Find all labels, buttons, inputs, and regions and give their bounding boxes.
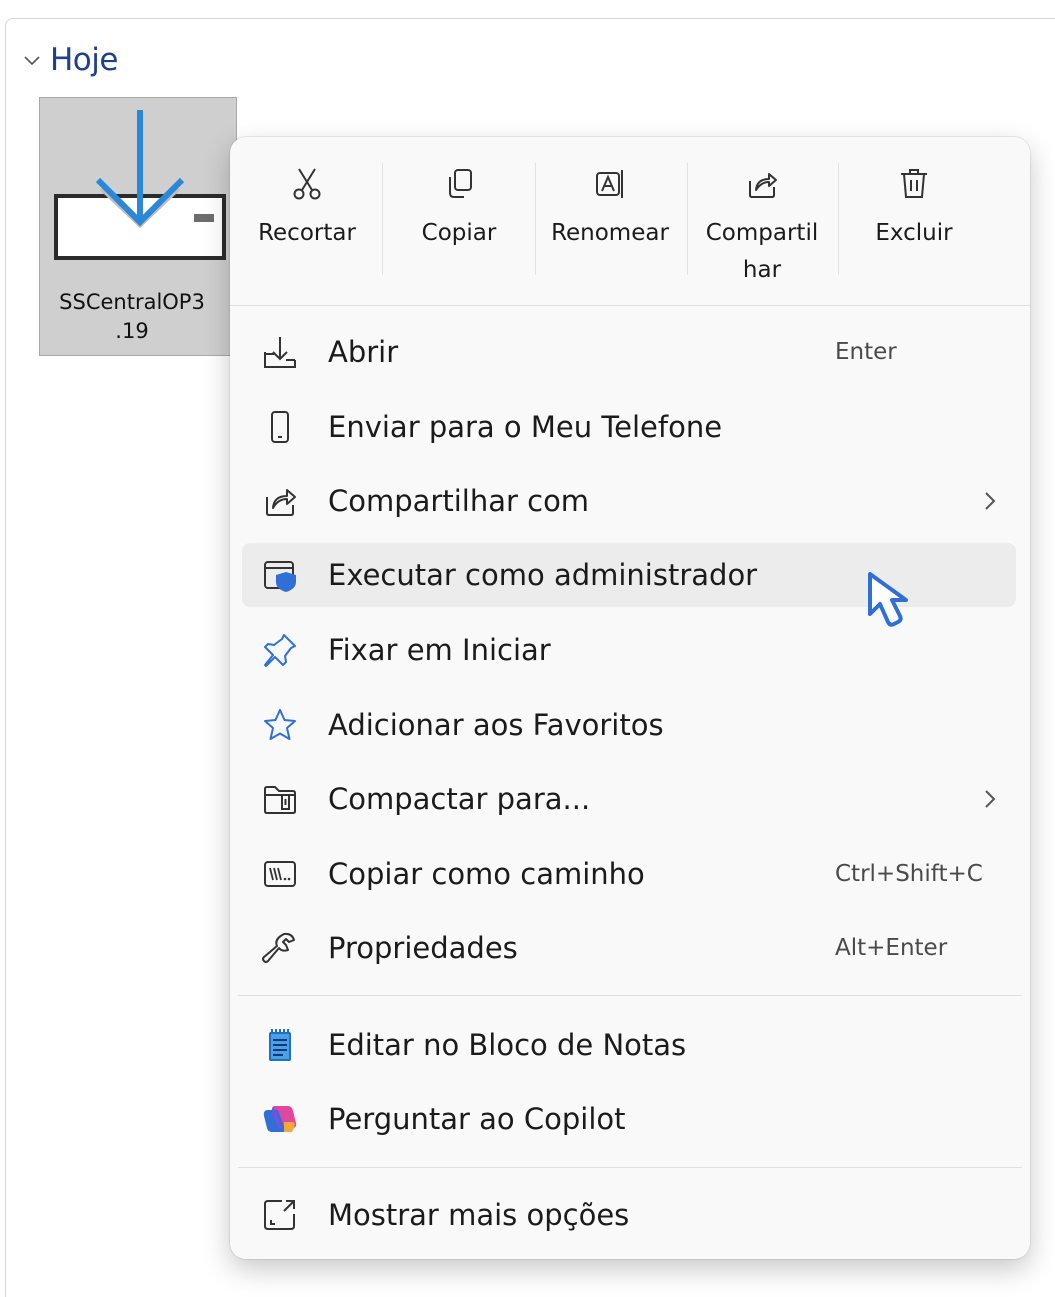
star-icon [264,709,296,740]
menu-item-share-with[interactable]: Compartilhar com [242,469,1016,533]
notepad-icon [269,1029,291,1061]
menu-item-label: Abrir [328,335,399,369]
group-title: Hoje [50,42,118,78]
menu-item-shortcut: Enter [835,339,897,365]
file-name: SSCentralOP3 .19 [59,290,205,343]
menu-item-show-more-options[interactable]: Mostrar mais opções [242,1183,1016,1247]
share-icon [266,489,296,516]
more-options-icon [264,1200,295,1230]
zip-folder-icon [264,786,296,814]
cut-button[interactable]: Recortar [233,157,381,297]
menu-item-label: Mostrar mais opções [328,1198,630,1232]
menu-item-label: Enviar para o Meu Telefone [328,410,723,444]
copy-button[interactable]: Copiar [385,157,533,297]
menu-item-add-to-favorites[interactable]: Adicionar aos Favoritos [242,693,1016,757]
delete-icon [901,169,927,198]
pin-icon [264,634,296,667]
context-menu: Recortar Copiar Renomear Compartil har E… [230,137,1030,1259]
menu-item-shortcut: Alt+Enter [835,935,948,961]
menu-item-open[interactable]: Abrir Enter [242,320,1016,384]
menu-item-send-to-phone[interactable]: Enviar para o Meu Telefone [242,395,1016,459]
rename-icon [596,170,623,198]
menu-item-label: Perguntar ao Copilot [328,1102,626,1136]
menu-item-label: Propriedades [328,931,518,965]
cut-label: Recortar [258,220,356,246]
menu-item-label: Copiar como caminho [328,857,645,891]
toolbar-divider [230,305,1030,306]
copy-icon [449,169,472,198]
context-toolbar: Recortar Copiar Renomear Compartil har E… [230,137,1030,305]
file-item[interactable]: SSCentralOP3 .19 [39,97,237,356]
menu-item-compress-to[interactable]: Compactar para... [242,767,1016,831]
menu-item-label: Fixar em Iniciar [328,633,551,667]
menu-divider [238,995,1022,996]
mouse-pointer-icon [868,572,908,627]
chevron-down-icon [24,56,40,66]
menu-item-ask-copilot[interactable]: Perguntar ao Copilot [242,1087,1016,1151]
installer-file-icon [54,110,226,260]
toolbar-separator [382,163,383,275]
menu-item-label: Compactar para... [328,782,591,816]
copy-label: Copiar [421,220,497,246]
menu-item-properties[interactable]: Propriedades Alt+Enter [242,916,1016,980]
share-button[interactable]: Compartil har [688,157,836,297]
menu-item-copy-as-path[interactable]: Copiar como caminho Ctrl+Shift+C [242,842,1016,906]
wrench-icon [262,932,295,963]
phone-icon [271,411,289,443]
share-icon [749,173,777,198]
menu-item-label: Adicionar aos Favoritos [328,708,664,742]
chevron-right-icon [985,790,996,808]
shield-icon [264,561,296,592]
copilot-icon [263,1106,297,1132]
share-label: Compartil har [705,220,819,283]
menu-item-edit-in-notepad[interactable]: Editar no Bloco de Notas [242,1013,1016,1077]
toolbar-separator [838,163,839,275]
menu-item-label: Compartilhar com [328,484,590,518]
menu-item-label: Editar no Bloco de Notas [328,1028,687,1062]
delete-label: Excluir [875,220,953,246]
rename-button[interactable]: Renomear [536,157,684,297]
delete-button[interactable]: Excluir [840,157,988,297]
group-header-today[interactable]: Hoje [22,40,118,80]
menu-item-shortcut: Ctrl+Shift+C [835,861,983,887]
menu-item-label: Executar como administrador [328,558,758,592]
cut-icon [293,168,321,200]
open-icon [264,337,296,368]
menu-divider [238,1167,1022,1168]
rename-label: Renomear [551,220,669,246]
path-icon [264,861,296,887]
chevron-right-icon [985,492,996,510]
